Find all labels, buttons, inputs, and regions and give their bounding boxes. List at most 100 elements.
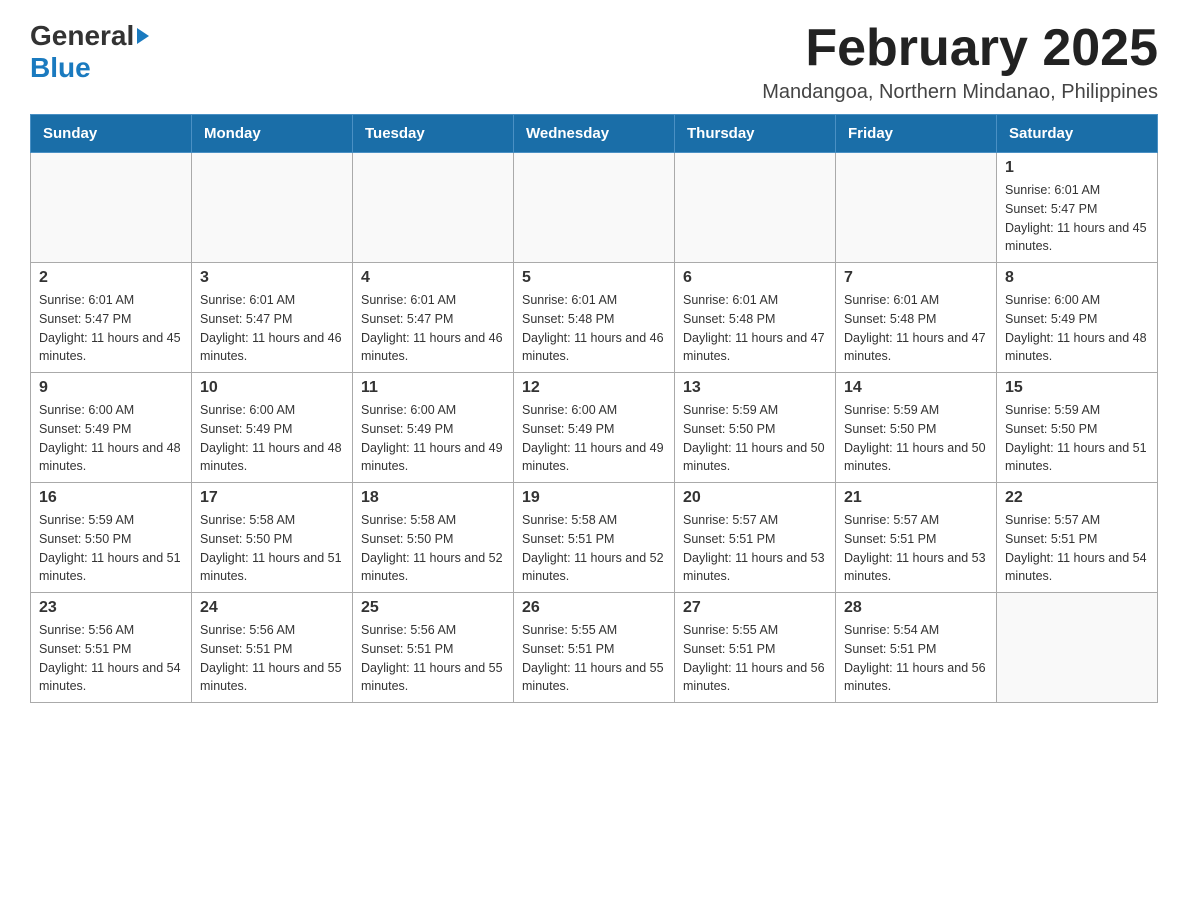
day-info: Sunrise: 6:01 AMSunset: 5:48 PMDaylight:… <box>683 291 827 366</box>
day-number: 19 <box>522 489 666 507</box>
day-info: Sunrise: 5:58 AMSunset: 5:50 PMDaylight:… <box>200 511 344 586</box>
day-number: 24 <box>200 599 344 617</box>
calendar-day-cell <box>836 153 997 263</box>
logo-blue-text: Blue <box>30 52 91 84</box>
day-info: Sunrise: 5:58 AMSunset: 5:51 PMDaylight:… <box>522 511 666 586</box>
calendar-week-row: 23 Sunrise: 5:56 AMSunset: 5:51 PMDayligh… <box>31 593 1158 703</box>
day-number: 21 <box>844 489 988 507</box>
calendar-day-cell: 8 Sunrise: 6:00 AMSunset: 5:49 PMDaylight… <box>997 263 1158 373</box>
calendar-week-row: 2 Sunrise: 6:01 AMSunset: 5:47 PMDaylight… <box>31 263 1158 373</box>
title-section: February 2025 Mandangoa, Northern Mindan… <box>762 20 1158 104</box>
day-number: 1 <box>1005 159 1149 177</box>
day-info: Sunrise: 5:57 AMSunset: 5:51 PMDaylight:… <box>844 511 988 586</box>
day-info: Sunrise: 6:01 AMSunset: 5:47 PMDaylight:… <box>200 291 344 366</box>
day-info: Sunrise: 5:56 AMSunset: 5:51 PMDaylight:… <box>39 621 183 696</box>
day-number: 28 <box>844 599 988 617</box>
calendar-day-cell: 18Sunrise: 5:58 AMSunset: 5:50 PMDayligh… <box>353 483 514 593</box>
day-number: 5 <box>522 269 666 287</box>
calendar-day-cell: 21 Sunrise: 5:57 AMSunset: 5:51 PMDayligh… <box>836 483 997 593</box>
calendar-day-cell: 28 Sunrise: 5:54 AMSunset: 5:51 PMDayligh… <box>836 593 997 703</box>
day-info: Sunrise: 6:01 AMSunset: 5:47 PMDaylight:… <box>39 291 183 366</box>
calendar-day-cell <box>31 153 192 263</box>
calendar-header-friday: Friday <box>836 115 997 153</box>
calendar-day-cell: 13Sunrise: 5:59 AMSunset: 5:50 PMDayligh… <box>675 373 836 483</box>
day-info: Sunrise: 5:59 AMSunset: 5:50 PMDaylight:… <box>39 511 183 586</box>
day-number: 7 <box>844 269 988 287</box>
calendar-day-cell <box>192 153 353 263</box>
calendar-day-cell: 15 Sunrise: 5:59 AMSunset: 5:50 PMDayligh… <box>997 373 1158 483</box>
calendar-day-cell: 27 Sunrise: 5:55 AMSunset: 5:51 PMDayligh… <box>675 593 836 703</box>
calendar-day-cell: 16 Sunrise: 5:59 AMSunset: 5:50 PMDayligh… <box>31 483 192 593</box>
day-info: Sunrise: 6:00 AMSunset: 5:49 PMDaylight:… <box>361 401 505 476</box>
day-info: Sunrise: 6:00 AMSunset: 5:49 PMDaylight:… <box>522 401 666 476</box>
day-number: 15 <box>1005 379 1149 397</box>
day-number: 27 <box>683 599 827 617</box>
calendar-day-cell: 11 Sunrise: 6:00 AMSunset: 5:49 PMDayligh… <box>353 373 514 483</box>
calendar-day-cell: 24 Sunrise: 5:56 AMSunset: 5:51 PMDayligh… <box>192 593 353 703</box>
calendar-header-row: SundayMondayTuesdayWednesdayThursdayFrid… <box>31 115 1158 153</box>
calendar-day-cell: 20Sunrise: 5:57 AMSunset: 5:51 PMDayligh… <box>675 483 836 593</box>
calendar-day-cell: 14Sunrise: 5:59 AMSunset: 5:50 PMDayligh… <box>836 373 997 483</box>
logo-triangle-icon <box>137 28 149 44</box>
calendar-day-cell: 17 Sunrise: 5:58 AMSunset: 5:50 PMDayligh… <box>192 483 353 593</box>
calendar-header-tuesday: Tuesday <box>353 115 514 153</box>
day-info: Sunrise: 5:55 AMSunset: 5:51 PMDaylight:… <box>683 621 827 696</box>
calendar-week-row: 16 Sunrise: 5:59 AMSunset: 5:50 PMDayligh… <box>31 483 1158 593</box>
day-info: Sunrise: 6:00 AMSunset: 5:49 PMDaylight:… <box>39 401 183 476</box>
calendar-week-row: 9 Sunrise: 6:00 AMSunset: 5:49 PMDaylight… <box>31 373 1158 483</box>
day-number: 6 <box>683 269 827 287</box>
calendar-header-wednesday: Wednesday <box>514 115 675 153</box>
day-number: 4 <box>361 269 505 287</box>
day-info: Sunrise: 5:58 AMSunset: 5:50 PMDaylight:… <box>361 511 505 586</box>
calendar-day-cell <box>514 153 675 263</box>
calendar-day-cell: 6 Sunrise: 6:01 AMSunset: 5:48 PMDaylight… <box>675 263 836 373</box>
day-info: Sunrise: 5:59 AMSunset: 5:50 PMDaylight:… <box>1005 401 1149 476</box>
calendar-header-thursday: Thursday <box>675 115 836 153</box>
day-number: 16 <box>39 489 183 507</box>
calendar-day-cell: 7 Sunrise: 6:01 AMSunset: 5:48 PMDaylight… <box>836 263 997 373</box>
calendar-day-cell <box>353 153 514 263</box>
month-title: February 2025 <box>762 20 1158 77</box>
calendar-day-cell: 9 Sunrise: 6:00 AMSunset: 5:49 PMDaylight… <box>31 373 192 483</box>
logo-general-text: General <box>30 20 134 52</box>
day-number: 9 <box>39 379 183 397</box>
day-number: 26 <box>522 599 666 617</box>
logo: General Blue <box>30 20 149 84</box>
calendar-day-cell: 10 Sunrise: 6:00 AMSunset: 5:49 PMDayligh… <box>192 373 353 483</box>
day-number: 20 <box>683 489 827 507</box>
day-info: Sunrise: 5:56 AMSunset: 5:51 PMDaylight:… <box>361 621 505 696</box>
calendar-day-cell: 25 Sunrise: 5:56 AMSunset: 5:51 PMDayligh… <box>353 593 514 703</box>
day-number: 8 <box>1005 269 1149 287</box>
day-info: Sunrise: 5:59 AMSunset: 5:50 PMDaylight:… <box>683 401 827 476</box>
day-info: Sunrise: 5:54 AMSunset: 5:51 PMDaylight:… <box>844 621 988 696</box>
day-info: Sunrise: 6:01 AMSunset: 5:48 PMDaylight:… <box>844 291 988 366</box>
calendar-day-cell: 4Sunrise: 6:01 AMSunset: 5:47 PMDaylight… <box>353 263 514 373</box>
calendar-day-cell: 1 Sunrise: 6:01 AMSunset: 5:47 PMDaylight… <box>997 153 1158 263</box>
day-number: 10 <box>200 379 344 397</box>
day-info: Sunrise: 5:56 AMSunset: 5:51 PMDaylight:… <box>200 621 344 696</box>
calendar-table: SundayMondayTuesdayWednesdayThursdayFrid… <box>30 114 1158 703</box>
calendar-week-row: 1 Sunrise: 6:01 AMSunset: 5:47 PMDaylight… <box>31 153 1158 263</box>
calendar-day-cell <box>675 153 836 263</box>
day-number: 12 <box>522 379 666 397</box>
day-info: Sunrise: 6:00 AMSunset: 5:49 PMDaylight:… <box>200 401 344 476</box>
day-number: 14 <box>844 379 988 397</box>
calendar-day-cell <box>997 593 1158 703</box>
calendar-day-cell: 2 Sunrise: 6:01 AMSunset: 5:47 PMDaylight… <box>31 263 192 373</box>
calendar-day-cell: 5 Sunrise: 6:01 AMSunset: 5:48 PMDaylight… <box>514 263 675 373</box>
day-info: Sunrise: 6:01 AMSunset: 5:47 PMDaylight:… <box>1005 181 1149 256</box>
day-number: 2 <box>39 269 183 287</box>
day-number: 23 <box>39 599 183 617</box>
calendar-day-cell: 22Sunrise: 5:57 AMSunset: 5:51 PMDayligh… <box>997 483 1158 593</box>
day-info: Sunrise: 6:00 AMSunset: 5:49 PMDaylight:… <box>1005 291 1149 366</box>
calendar-day-cell: 26Sunrise: 5:55 AMSunset: 5:51 PMDayligh… <box>514 593 675 703</box>
calendar-header-sunday: Sunday <box>31 115 192 153</box>
page-header: General Blue February 2025 Mandangoa, No… <box>30 20 1158 104</box>
day-info: Sunrise: 6:01 AMSunset: 5:48 PMDaylight:… <box>522 291 666 366</box>
calendar-day-cell: 12 Sunrise: 6:00 AMSunset: 5:49 PMDayligh… <box>514 373 675 483</box>
day-number: 25 <box>361 599 505 617</box>
day-number: 17 <box>200 489 344 507</box>
calendar-day-cell: 3Sunrise: 6:01 AMSunset: 5:47 PMDaylight… <box>192 263 353 373</box>
day-number: 11 <box>361 379 505 397</box>
calendar-header-monday: Monday <box>192 115 353 153</box>
